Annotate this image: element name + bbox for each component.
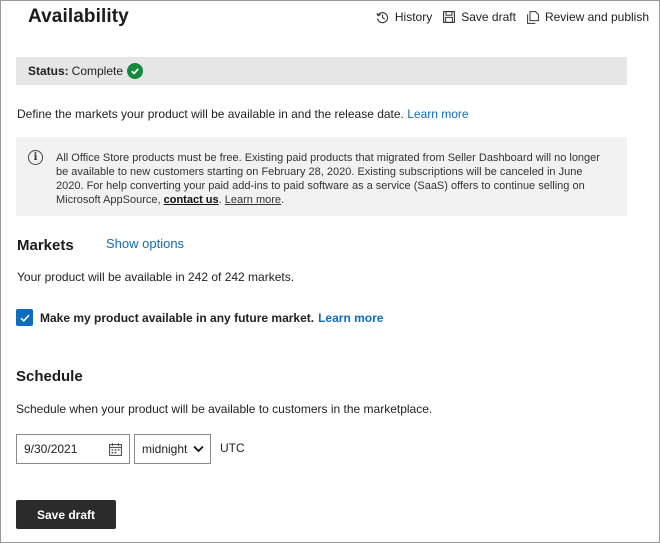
calendar-icon[interactable] bbox=[107, 441, 123, 457]
status-bar: Status: Complete bbox=[16, 57, 627, 85]
chevron-down-icon bbox=[193, 445, 204, 453]
date-value: 9/30/2021 bbox=[24, 442, 78, 456]
markets-heading: Markets bbox=[17, 237, 74, 254]
markets-availability-text: Your product will be available in 242 of… bbox=[17, 270, 295, 284]
save-draft-button[interactable]: Save draft bbox=[16, 500, 116, 529]
notice-learn-more-link[interactable]: Learn more bbox=[225, 194, 281, 206]
availability-page: Availability History Save draft Review a… bbox=[0, 0, 660, 543]
timezone-label: UTC bbox=[220, 441, 245, 455]
review-publish-label: Review and publish bbox=[544, 10, 649, 24]
notice-end: . bbox=[281, 194, 285, 206]
time-select[interactable]: midnight bbox=[134, 434, 211, 464]
save-icon bbox=[442, 10, 456, 24]
intro-learn-more-link[interactable]: Learn more bbox=[407, 107, 468, 121]
schedule-description: Schedule when your product will be avail… bbox=[16, 402, 433, 416]
status-value: Complete bbox=[71, 64, 124, 78]
header-actions: History Save draft Review and publish bbox=[376, 10, 649, 24]
future-market-label: Make my product available in any future … bbox=[40, 310, 315, 325]
info-icon: i bbox=[28, 150, 43, 165]
future-market-row: Make my product available in any future … bbox=[16, 309, 383, 326]
time-value: midnight bbox=[142, 442, 188, 456]
checkmark-icon bbox=[127, 63, 144, 79]
date-picker[interactable]: 9/30/2021 bbox=[16, 434, 130, 464]
save-draft-top-label: Save draft bbox=[461, 10, 516, 24]
intro-text: Define the markets your product will be … bbox=[17, 107, 469, 121]
future-market-checkbox[interactable] bbox=[16, 309, 33, 326]
history-icon bbox=[376, 10, 390, 24]
intro-description: Define the markets your product will be … bbox=[17, 107, 404, 121]
schedule-heading: Schedule bbox=[16, 368, 83, 385]
future-market-learn-more-link[interactable]: Learn more bbox=[318, 311, 383, 325]
history-button[interactable]: History bbox=[376, 10, 432, 24]
publish-icon bbox=[526, 10, 540, 24]
save-draft-top-button[interactable]: Save draft bbox=[442, 10, 516, 24]
notice-separator: . bbox=[218, 194, 222, 206]
show-options-link[interactable]: Show options bbox=[106, 236, 184, 251]
notice-text: All Office Store products must be free. … bbox=[56, 152, 600, 206]
status-label: Status: bbox=[28, 64, 69, 78]
contact-us-link[interactable]: contact us bbox=[164, 194, 219, 206]
review-publish-button[interactable]: Review and publish bbox=[526, 10, 649, 24]
page-title: Availability bbox=[28, 6, 129, 27]
history-label: History bbox=[394, 10, 433, 24]
notice-box: i All Office Store products must be free… bbox=[16, 137, 627, 216]
